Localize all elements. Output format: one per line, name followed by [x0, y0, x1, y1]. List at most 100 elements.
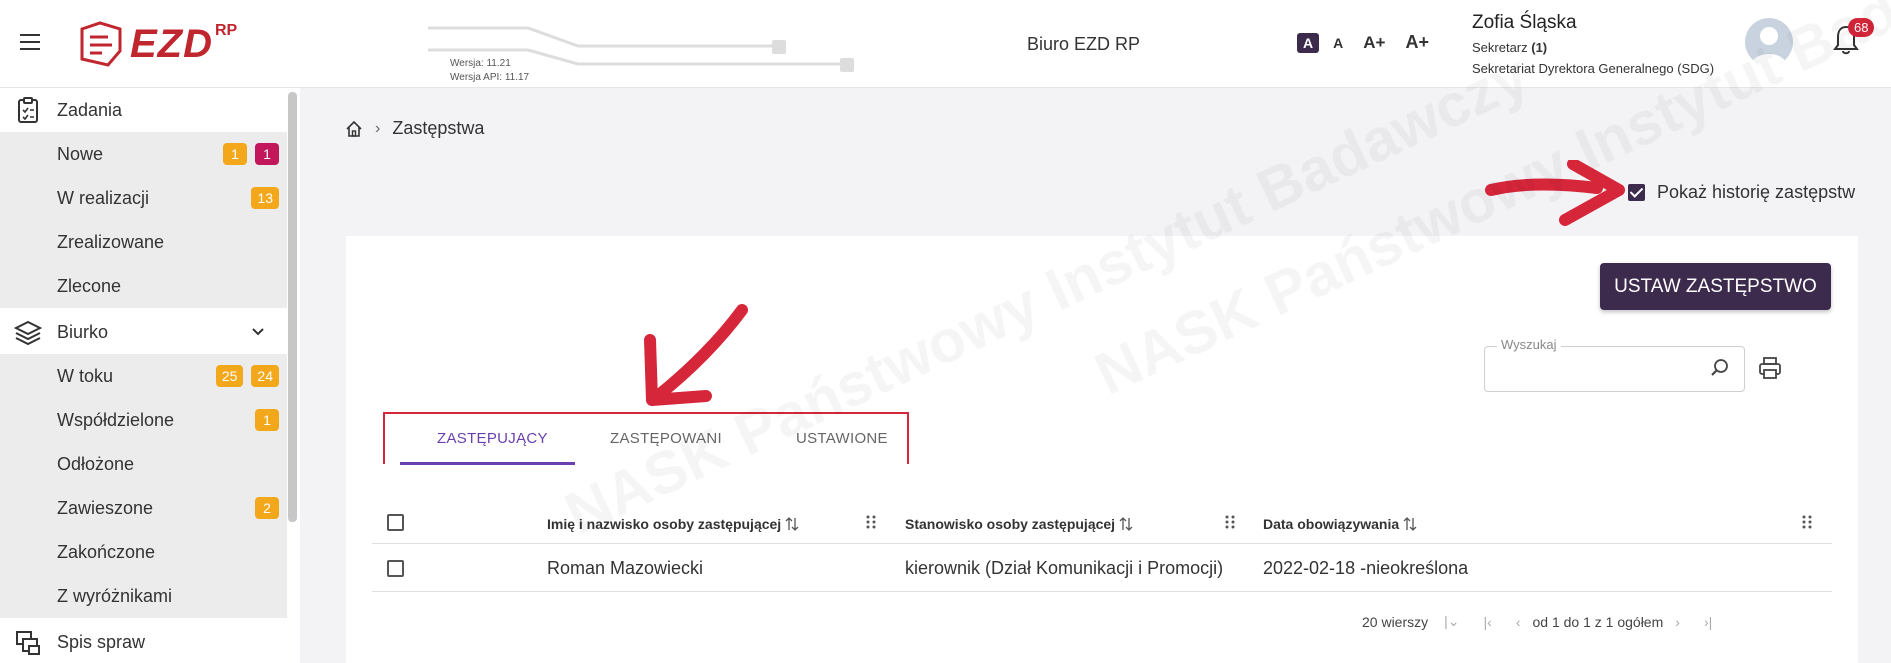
logo-mark-icon	[80, 21, 122, 67]
sidebar-label-biurko: Biurko	[57, 321, 109, 342]
sidebar-item-nowe[interactable]: Nowe 1 1	[0, 132, 287, 176]
logo-sup: RP	[215, 22, 238, 39]
clipboard-icon	[18, 97, 38, 123]
column-drag-handle-icon[interactable]	[1224, 514, 1236, 530]
hamburger-icon[interactable]	[20, 34, 40, 50]
sidebar-item-label: Zakończone	[57, 541, 156, 562]
sidebar-section-zadania[interactable]: Zadania	[0, 88, 287, 132]
page-range-label: od 1 do 1 z 1 ogółem	[1532, 613, 1664, 630]
sidebar-item-label: W toku	[57, 365, 114, 386]
column-header-label: Stanowisko osoby zastępującej	[905, 516, 1116, 532]
breadcrumb-current: Zastępstwa	[392, 118, 485, 138]
sidebar-item-zrealizowane[interactable]: Zrealizowane	[0, 220, 287, 264]
font-size-default-button[interactable]: A	[1297, 32, 1320, 53]
tab-zastepowani[interactable]: ZASTĘPOWANI	[610, 430, 722, 447]
count-badge: 1	[255, 409, 279, 431]
sidebar-label-zadania: Zadania	[57, 99, 123, 120]
count-badge: 24	[251, 365, 279, 387]
column-header-date[interactable]: Data obowiązywania	[1263, 516, 1417, 532]
select-all-checkbox[interactable]	[387, 514, 404, 531]
history-checkbox-box[interactable]	[1628, 184, 1645, 201]
sidebar-scrollbar[interactable]	[288, 92, 297, 522]
home-icon[interactable]	[345, 120, 363, 138]
sort-icon[interactable]	[1119, 516, 1133, 532]
next-page-icon[interactable]: ›	[1675, 614, 1680, 630]
sidebar-item-w-realizacji[interactable]: W realizacji 13	[0, 176, 287, 220]
column-header-position[interactable]: Stanowisko osoby zastępującej	[905, 516, 1133, 532]
count-badge: 1	[223, 143, 247, 165]
sidebar-item-label: Zrealizowane	[57, 231, 165, 252]
logo-text: EZD	[130, 21, 213, 66]
count-badge: 1	[255, 143, 279, 165]
search-input[interactable]	[1484, 346, 1745, 392]
user-role-count: (1)	[1531, 40, 1548, 55]
user-info[interactable]: Zofia Śląska Sekretarz (1) Sekretariat D…	[1472, 12, 1714, 76]
active-tab-indicator	[400, 462, 575, 465]
user-silhouette-icon	[1751, 27, 1787, 66]
user-department: Sekretariat Dyrektora Generalnego (SDG)	[1472, 61, 1715, 76]
notifications-badge: 68	[1848, 18, 1875, 37]
column-drag-handle-icon[interactable]	[865, 514, 877, 530]
column-header-label: Imię i nazwisko osoby zastępującej	[547, 516, 782, 532]
search-icon[interactable]	[1710, 358, 1730, 378]
rows-per-page-dropdown-icon[interactable]: |⌄	[1444, 613, 1459, 630]
sidebar-item-zawieszone[interactable]: Zawieszone 2	[0, 486, 287, 530]
column-drag-handle-icon[interactable]	[1801, 514, 1813, 530]
sidebar-item-label: Współdzielone	[57, 409, 175, 430]
row-checkbox[interactable]	[387, 560, 404, 577]
sidebar-item-wspoldzielone[interactable]: Współdzielone 1	[0, 398, 287, 442]
set-substitution-button[interactable]: USTAW ZASTĘPSTWO	[1600, 263, 1831, 310]
prev-page-icon[interactable]: ‹	[1516, 614, 1521, 630]
sidebar-section-biurko[interactable]: Biurko	[0, 310, 287, 354]
font-size-small-button[interactable]: A	[1327, 33, 1349, 53]
cell-position: kierownik (Dział Komunikacji i Promocji)	[905, 558, 1224, 578]
font-size-xlarge-button[interactable]: A+	[1399, 30, 1435, 55]
folders-icon	[16, 631, 40, 655]
count-badge: 2	[255, 497, 279, 519]
sidebar-item-label: Z wyróżnikami	[57, 585, 173, 606]
chevron-down-icon[interactable]	[251, 325, 265, 339]
sidebar-section-spis-spraw[interactable]: Spis spraw	[0, 620, 287, 663]
sidebar-item-odlozone[interactable]: Odłożone	[0, 442, 287, 486]
version-graphic	[428, 26, 854, 72]
version-label: Wersja: 11.21	[450, 58, 511, 69]
version-api-label: Wersja API: 11.17	[450, 72, 530, 83]
count-badge: 25	[215, 365, 244, 387]
cell-date: 2022-02-18 -nieokreślona	[1263, 558, 1469, 578]
column-header-name[interactable]: Imię i nazwisko osoby zastępującej	[547, 516, 799, 532]
sidebar-item-label: W realizacji	[57, 187, 150, 208]
sort-icon[interactable]	[1403, 516, 1417, 532]
table-row[interactable]: Roman Mazowiecki kierownik (Dział Komuni…	[372, 544, 1832, 592]
history-checkbox[interactable]: Pokaż historię zastępstw	[1628, 182, 1855, 203]
user-name: Zofia Śląska	[1472, 12, 1577, 33]
tab-zastepujacy[interactable]: ZASTĘPUJĄCY	[437, 430, 548, 447]
sidebar-item-label: Nowe	[57, 143, 104, 164]
pagination: 20 wierszy |⌄ |‹ ‹ od 1 do 1 z 1 ogółem …	[1362, 613, 1724, 630]
avatar[interactable]	[1745, 18, 1793, 66]
sidebar-item-label: Zlecone	[57, 275, 122, 296]
logo[interactable]: EZD RP	[78, 20, 237, 68]
sidebar-item-w-toku[interactable]: W toku 25 24	[0, 354, 287, 398]
sidebar-item-zlecone[interactable]: Zlecone	[0, 264, 287, 308]
last-page-icon[interactable]: ›|	[1704, 614, 1712, 630]
tab-ustawione[interactable]: USTAWIONE	[796, 430, 888, 447]
user-role: Sekretarz (1)	[1472, 40, 1714, 55]
search-label: Wyszukaj	[1497, 337, 1561, 352]
breadcrumb-separator: ›	[375, 119, 381, 137]
annotation-arrow-down-icon	[644, 304, 748, 406]
rows-per-page-label: 20 wierszy	[1362, 613, 1429, 630]
font-size-large-button[interactable]: A+	[1357, 31, 1391, 55]
print-icon[interactable]	[1758, 356, 1782, 380]
layers-icon	[14, 320, 42, 346]
app-title: Biuro EZD RP	[1027, 34, 1141, 54]
first-page-icon[interactable]: |‹	[1484, 614, 1492, 630]
count-badge: 13	[251, 187, 279, 209]
sidebar-item-z-wyroznikami[interactable]: Z wyróżnikami	[0, 574, 287, 618]
sort-icon[interactable]	[785, 516, 799, 532]
sidebar-item-zakonczone[interactable]: Zakończone	[0, 530, 287, 574]
user-role-label: Sekretarz	[1472, 40, 1532, 55]
sidebar-label-spis-spraw: Spis spraw	[57, 631, 146, 652]
breadcrumb: › Zastępstwa	[345, 118, 484, 139]
cell-name: Roman Mazowiecki	[547, 558, 704, 578]
font-size-controls: A A A+ A+	[1297, 30, 1435, 55]
